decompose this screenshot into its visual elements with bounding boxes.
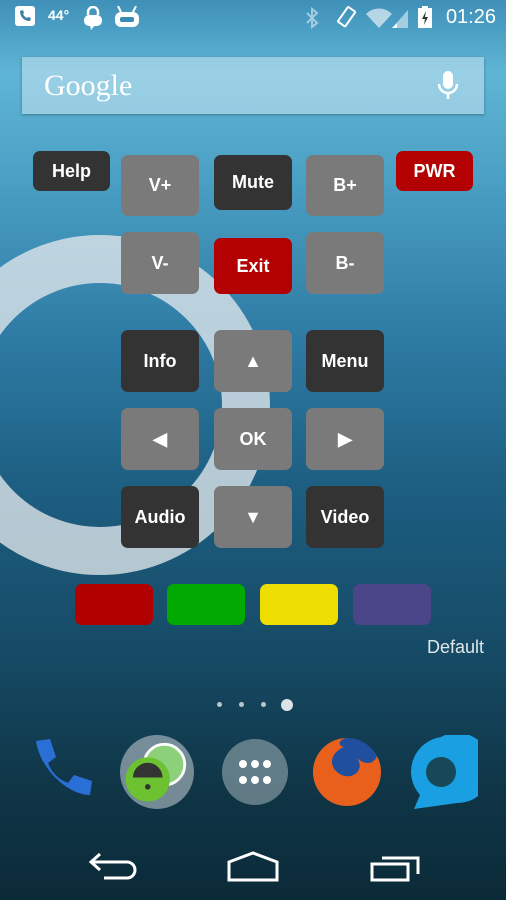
b-plus-button[interactable]: B+ [306, 155, 384, 216]
page-indicator [261, 702, 266, 707]
yellow-button[interactable] [260, 584, 338, 625]
exit-button[interactable]: Exit [214, 238, 292, 294]
clock: 01:26 [445, 6, 496, 28]
google-logo: Google [44, 69, 133, 102]
home-icon[interactable] [226, 850, 280, 884]
page-indicator [239, 702, 244, 707]
vibrate-icon [337, 6, 357, 28]
phone-icon[interactable] [28, 735, 102, 809]
left-arrow-button[interactable]: ◀ [121, 408, 199, 470]
page-indicator-current [281, 699, 293, 711]
volume-up-button[interactable]: V+ [121, 155, 199, 216]
red-button[interactable] [75, 584, 153, 625]
app-drawer-icon[interactable] [218, 735, 292, 809]
mic-icon[interactable] [438, 71, 458, 101]
messenger-icon[interactable] [404, 735, 478, 809]
back-icon[interactable] [88, 850, 138, 884]
status-bar: 44° 01:26 [0, 0, 506, 36]
blue-button[interactable] [353, 584, 431, 625]
audio-button[interactable]: Audio [121, 486, 199, 548]
temperature: 44° [48, 7, 70, 23]
volume-down-button[interactable]: V- [121, 232, 199, 294]
power-button[interactable]: PWR [396, 151, 473, 191]
up-arrow-button[interactable]: ▲ [214, 330, 292, 392]
down-arrow-button[interactable]: ▼ [214, 486, 292, 548]
profile-label: Default [427, 637, 485, 657]
video-button[interactable]: Video [306, 486, 384, 548]
menu-button[interactable]: Menu [306, 330, 384, 392]
secure-messenger-icon[interactable] [120, 735, 194, 809]
page-indicator [217, 702, 222, 707]
help-button[interactable]: Help [33, 151, 110, 191]
mute-button[interactable]: Mute [214, 155, 292, 210]
b-minus-button[interactable]: B- [306, 232, 384, 294]
right-arrow-button[interactable]: ▶ [306, 408, 384, 470]
recent-apps-icon[interactable] [370, 850, 422, 884]
green-button[interactable] [167, 584, 245, 625]
firefox-icon[interactable] [310, 735, 384, 809]
cyanogenmod-icon [115, 6, 139, 27]
voip-icon [15, 6, 35, 26]
bluetooth-icon [306, 7, 319, 29]
info-button[interactable]: Info [121, 330, 199, 392]
lock-chat-icon [84, 6, 102, 30]
ok-button[interactable]: OK [214, 408, 292, 470]
google-search-bar[interactable]: Google [22, 57, 484, 114]
wifi-signal-icon [366, 8, 408, 28]
battery-charging-icon [418, 6, 432, 28]
